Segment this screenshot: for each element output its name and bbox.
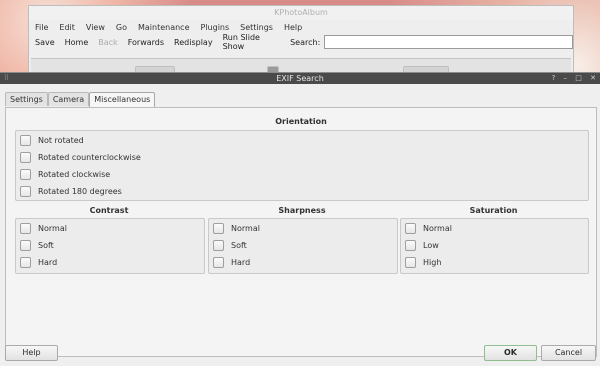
home-button[interactable]: Home	[65, 38, 89, 47]
miscellaneous-panel: Orientation Not rotated Rotated counterc…	[5, 107, 597, 357]
menu-file[interactable]: File	[35, 23, 48, 32]
sharpness-option[interactable]: Soft	[213, 239, 247, 251]
help-icon[interactable]: ?	[552, 74, 556, 82]
save-button[interactable]: Save	[35, 38, 55, 47]
checkbox[interactable]	[213, 222, 224, 234]
ok-button[interactable]: OK	[484, 345, 537, 361]
exif-search-dialog: ⠿ EXIF Search ? – □ ✕ Settings Camera Mi…	[0, 72, 600, 366]
checkbox[interactable]	[20, 239, 31, 251]
dialog-title: EXIF Search	[276, 74, 324, 83]
tab-camera[interactable]: Camera	[47, 92, 90, 106]
main-window-title: KPhotoAlbum	[29, 6, 573, 20]
tab-bar: Settings Camera Miscellaneous	[5, 92, 156, 107]
menu-go[interactable]: Go	[116, 23, 127, 32]
back-button[interactable]: Back	[98, 38, 117, 47]
forwards-button[interactable]: Forwards	[128, 38, 164, 47]
menu-settings[interactable]: Settings	[240, 23, 273, 32]
checkbox[interactable]	[20, 222, 31, 234]
saturation-option[interactable]: High	[405, 256, 441, 268]
checkbox[interactable]	[213, 239, 224, 251]
menubar: File Edit View Go Maintenance Plugins Se…	[29, 20, 573, 34]
orientation-option[interactable]: Rotated 180 degrees	[20, 185, 122, 197]
orientation-title: Orientation	[275, 117, 327, 126]
slideshow-button[interactable]: Run Slide Show	[223, 33, 281, 51]
menu-maintenance[interactable]: Maintenance	[138, 23, 190, 32]
checkbox[interactable]	[20, 256, 31, 268]
minimize-icon[interactable]: –	[564, 74, 568, 82]
orientation-option[interactable]: Not rotated	[20, 134, 84, 146]
saturation-option[interactable]: Normal	[405, 222, 452, 234]
sharpness-option[interactable]: Normal	[213, 222, 260, 234]
maximize-icon[interactable]: □	[575, 74, 582, 82]
redisplay-button[interactable]: Redisplay	[174, 38, 213, 47]
help-button[interactable]: Help	[5, 345, 58, 361]
menu-edit[interactable]: Edit	[59, 23, 75, 32]
search-input[interactable]	[324, 35, 573, 49]
toolbar: Save Home Back Forwards Redisplay Run Sl…	[29, 33, 573, 51]
checkbox[interactable]	[405, 222, 416, 234]
contrast-title: Contrast	[89, 206, 129, 215]
sharpness-option[interactable]: Hard	[213, 256, 250, 268]
tab-miscellaneous[interactable]: Miscellaneous	[89, 92, 156, 107]
checkbox[interactable]	[405, 239, 416, 251]
checkbox[interactable]	[405, 256, 416, 268]
sharpness-title: Sharpness	[278, 206, 326, 215]
checkbox[interactable]	[20, 134, 31, 146]
menu-help[interactable]: Help	[284, 23, 302, 32]
grip-icon[interactable]: ⠿	[4, 75, 9, 82]
orientation-option[interactable]: Rotated clockwise	[20, 168, 110, 180]
tab-settings[interactable]: Settings	[5, 92, 48, 106]
close-icon[interactable]: ✕	[590, 74, 596, 82]
checkbox[interactable]	[20, 168, 31, 180]
search-label: Search:	[290, 37, 321, 47]
checkbox[interactable]	[20, 185, 31, 197]
contrast-option[interactable]: Soft	[20, 239, 54, 251]
kphotoalbum-window: KPhotoAlbum File Edit View Go Maintenanc…	[28, 5, 574, 82]
menu-view[interactable]: View	[86, 23, 105, 32]
cancel-button[interactable]: Cancel	[541, 345, 596, 361]
contrast-group: Normal Soft Hard	[15, 218, 205, 274]
saturation-option[interactable]: Low	[405, 239, 439, 251]
checkbox[interactable]	[20, 151, 31, 163]
orientation-option[interactable]: Rotated counterclockwise	[20, 151, 141, 163]
contrast-option[interactable]: Hard	[20, 256, 57, 268]
menu-plugins[interactable]: Plugins	[201, 23, 230, 32]
contrast-option[interactable]: Normal	[20, 222, 67, 234]
saturation-title: Saturation	[469, 206, 518, 215]
sharpness-group: Normal Soft Hard	[208, 218, 398, 274]
orientation-group: Not rotated Rotated counterclockwise Rot…	[15, 130, 589, 201]
saturation-group: Normal Low High	[400, 218, 589, 274]
dialog-titlebar: ⠿ EXIF Search ? – □ ✕	[0, 73, 600, 84]
checkbox[interactable]	[213, 256, 224, 268]
